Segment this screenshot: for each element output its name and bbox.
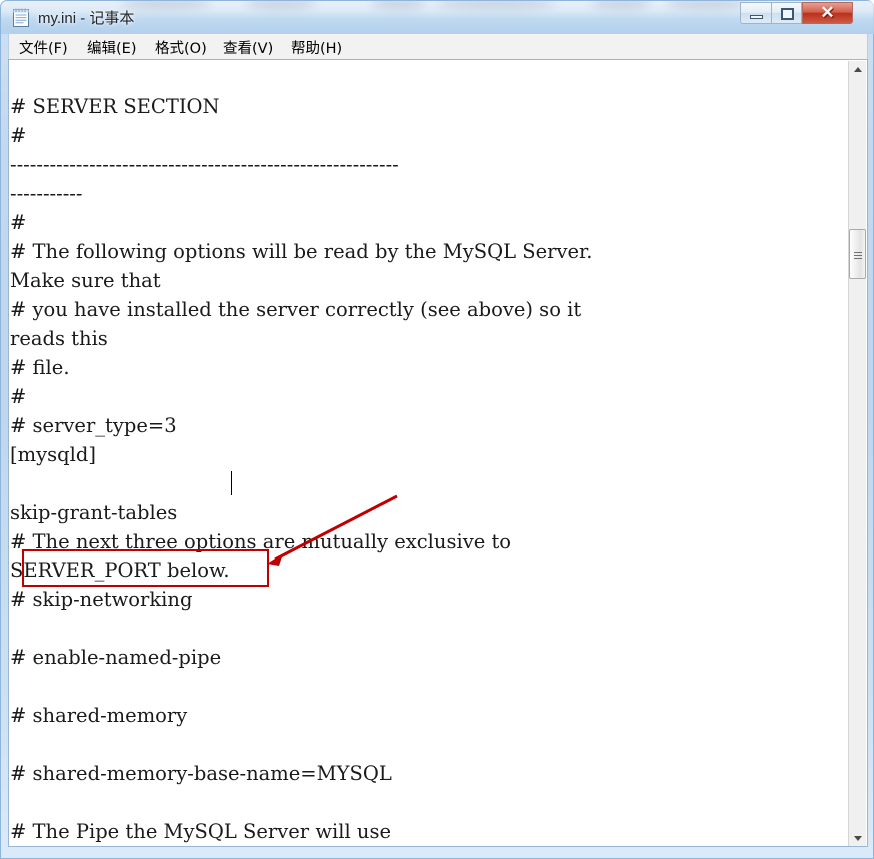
scrollbar-thumb[interactable] — [849, 229, 866, 279]
editor-line: # The next three options are mutually ex… — [10, 530, 512, 553]
editor-line: # — [10, 385, 27, 408]
editor-line: # — [10, 124, 27, 147]
editor-line: # The Pipe the MySQL Server will use — [10, 820, 392, 843]
minimize-button[interactable] — [740, 2, 771, 24]
menu-edit[interactable]: 编辑(E) — [87, 37, 136, 58]
notepad-window: my.ini - 记事本 ✕ 文件(F) 编辑(E) 格式(O) 查看(V) 帮… — [0, 0, 874, 859]
editor-line: SERVER_PORT below. — [10, 559, 230, 582]
text-editor-frame: # SERVER SECTION # -----------------------… — [8, 59, 868, 847]
menu-format[interactable]: 格式(O) — [155, 37, 207, 58]
window-title: my.ini - 记事本 — [38, 10, 135, 27]
editor-line: # — [10, 211, 27, 234]
editor-line: # shared-memory-base-name=MYSQL — [10, 762, 392, 785]
chevron-down-icon — [854, 836, 862, 841]
scroll-up-button[interactable] — [849, 61, 866, 78]
chevron-up-icon — [854, 67, 862, 72]
editor-line: # The following options will be read by … — [10, 240, 593, 263]
editor-line: skip-grant-tables — [10, 501, 178, 524]
editor-line: # skip-networking — [10, 588, 193, 611]
maximize-button[interactable] — [771, 2, 802, 24]
close-button[interactable]: ✕ — [802, 2, 853, 24]
menu-help[interactable]: 帮助(H) — [291, 37, 342, 58]
menu-file[interactable]: 文件(F) — [19, 37, 68, 58]
scroll-down-button[interactable] — [849, 830, 866, 846]
title-bar[interactable]: my.ini - 记事本 ✕ — [1, 1, 874, 34]
editor-line: ----------------------------------------… — [10, 153, 399, 176]
editor-line: [mysqld] — [10, 443, 96, 466]
menu-view[interactable]: 查看(V) — [223, 37, 273, 58]
editor-line: Make sure that — [10, 269, 161, 292]
editor-line: reads this — [10, 327, 108, 350]
editor-line: # you have installed the server correctl… — [10, 298, 582, 321]
editor-line: # SERVER SECTION — [10, 95, 220, 118]
vertical-scrollbar[interactable] — [848, 61, 866, 846]
minimize-icon — [750, 15, 763, 19]
editor-line: ----------- — [10, 182, 83, 205]
text-content-area[interactable]: # SERVER SECTION # -----------------------… — [10, 63, 832, 845]
text-caret — [231, 471, 232, 495]
editor-line: # enable-named-pipe — [10, 646, 222, 669]
close-icon: ✕ — [820, 3, 835, 22]
notepad-icon — [13, 8, 29, 27]
editor-line: # shared-memory — [10, 704, 188, 727]
menu-bar: 文件(F) 编辑(E) 格式(O) 查看(V) 帮助(H) — [8, 34, 868, 59]
maximize-icon — [781, 8, 794, 20]
editor-line: # server_type=3 — [10, 414, 177, 437]
editor-line: # file. — [10, 356, 70, 379]
